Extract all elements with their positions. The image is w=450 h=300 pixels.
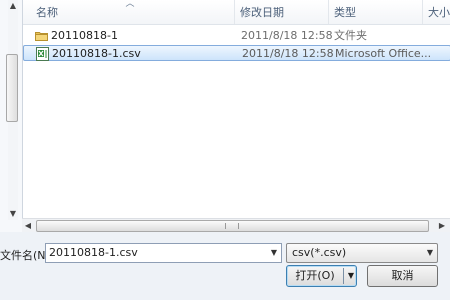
column-header-type[interactable]: 类型: [329, 0, 423, 24]
scroll-down-arrow-icon[interactable]: ▼: [7, 208, 19, 220]
file-date: 2011/8/18 12:58: [241, 29, 333, 42]
filename-value: 20110818-1.csv: [49, 246, 138, 259]
filename-input[interactable]: 20110818-1.csv ▼: [45, 243, 282, 263]
scroll-left-arrow-icon[interactable]: ◀: [22, 219, 34, 233]
navigation-scrollbar[interactable]: ▲ ▼: [6, 0, 20, 232]
file-date: 2011/8/18 12:58: [242, 47, 334, 60]
excel-csv-icon: [36, 47, 49, 61]
file-type: Microsoft Office...: [335, 47, 432, 60]
file-row[interactable]: 20110818-1 2011/8/18 12:58 文件夹: [23, 28, 450, 44]
column-header-date[interactable]: 修改日期: [235, 0, 329, 24]
file-type: 文件夹: [334, 29, 367, 42]
scroll-right-arrow-icon[interactable]: ▶: [436, 219, 448, 233]
open-options-arrow-icon[interactable]: ▼: [345, 266, 357, 286]
dropdown-arrow-icon[interactable]: ▼: [271, 247, 277, 259]
open-button-label: 打开(O): [295, 269, 335, 282]
folder-icon: [35, 32, 48, 41]
column-header-size[interactable]: 大小: [423, 0, 450, 24]
cancel-button[interactable]: 取消: [367, 265, 438, 287]
horizontal-scrollbar[interactable]: ◀ ▶: [22, 218, 450, 233]
file-name: 20110818-1.csv: [52, 47, 141, 60]
open-button[interactable]: 打开(O) ▼: [286, 265, 357, 287]
dropdown-arrow-icon[interactable]: ▼: [427, 247, 433, 259]
scrollbar-thumb[interactable]: [6, 54, 18, 122]
horizontal-scrollbar-thumb[interactable]: [36, 220, 429, 232]
navigation-pane: ▲ ▼: [0, 0, 23, 232]
split-divider: [343, 268, 344, 284]
column-header-bar: 名称 ︿ 修改日期 类型 大小: [23, 0, 450, 25]
filetype-value: csv(*.csv): [292, 246, 347, 259]
scrollbar-grip: [225, 223, 239, 229]
sort-ascending-icon: ︿: [125, 0, 135, 9]
scroll-up-arrow-icon[interactable]: ▲: [7, 0, 19, 12]
file-name: 20110818-1: [51, 29, 118, 42]
filetype-select[interactable]: csv(*.csv) ▼: [286, 243, 438, 263]
file-row-selected[interactable]: 20110818-1.csv 2011/8/18 12:58 Microsoft…: [23, 45, 450, 61]
file-list: 名称 ︿ 修改日期 类型 大小 20110818-1 2011/8/18 12:…: [22, 0, 450, 218]
